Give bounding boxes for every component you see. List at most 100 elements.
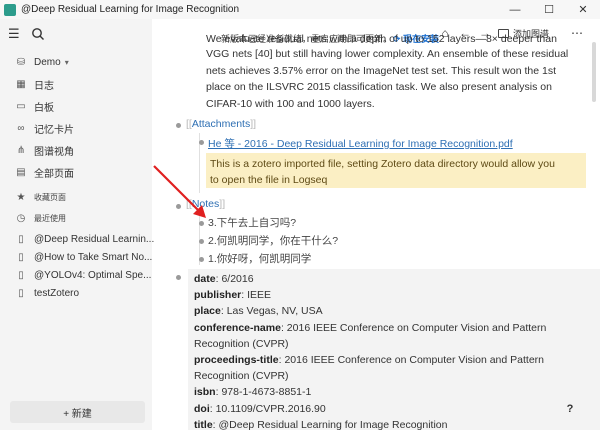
search-icon[interactable] [30, 26, 46, 42]
block-bullet[interactable] [176, 275, 181, 280]
abstract-text: We evaluate residual nets with a depth o… [206, 34, 591, 112]
sidebar-top-bar: ☰ [8, 26, 146, 42]
recent-item[interactable]: ▯ testZotero [14, 283, 79, 303]
sidebar-item-whiteboards[interactable]: ▭ 白板 [14, 96, 54, 116]
attachments-text: Attachments [191, 118, 251, 130]
page-content: We evaluate residual nets with a depth o… [152, 19, 600, 430]
sidebar-item-label: 记忆卡片 [34, 124, 74, 136]
recent-item[interactable]: ▯ @How to Take Smart No... [14, 247, 152, 267]
sidebar-item-label: 白板 [34, 102, 54, 114]
property-key: date [194, 273, 216, 285]
annotation-arrow-icon [153, 165, 206, 218]
block-bullet[interactable] [199, 140, 204, 145]
star-icon: ★ [16, 191, 26, 203]
property-row: isbn: 978-1-4673-8851-1 [194, 386, 312, 399]
recent-item-label: testZotero [34, 287, 80, 299]
block-bullet[interactable] [199, 257, 204, 262]
block-bullet[interactable] [176, 123, 181, 128]
calendar-icon: ▦ [16, 78, 26, 90]
property-key: isbn [194, 386, 216, 399]
page-icon: ▯ [18, 269, 24, 281]
property-value: Las Vegas, NV, USA [226, 305, 323, 318]
property-row: conference-name: 2016 IEEE Conference on… [194, 321, 547, 334]
property-key: publisher [194, 289, 242, 302]
abstract-line: place on the ILSVRC 2015 classification … [206, 81, 552, 93]
property-value: IEEE [247, 289, 272, 302]
recent-label: 最近使用 [34, 213, 66, 223]
attachments-label[interactable]: [[Attachments]] [186, 118, 256, 130]
property-value: 6/2016 [221, 273, 254, 285]
close-button[interactable]: ✕ [566, 0, 600, 19]
property-value: 2016 IEEE Conference on Computer Vision … [284, 354, 545, 367]
property-key: title [194, 418, 213, 430]
zotero-warning: This is a zotero imported file, setting … [206, 153, 586, 188]
recent-item-label: @Deep Residual Learnin... [34, 233, 155, 245]
property-key: conference-name [194, 321, 281, 334]
graph-icon: ⋔ [16, 144, 26, 156]
pdf-attachment-link[interactable]: He 等 - 2016 - Deep Residual Learning for… [208, 136, 513, 151]
recent-header[interactable]: ◷ 最近使用 [14, 208, 66, 228]
sidebar-item-flashcards[interactable]: ∞ 记忆卡片 [14, 118, 74, 138]
property-row: Recognition (CVPR) [194, 336, 597, 352]
property-value: 10.1109/CVPR.2016.90 [215, 402, 326, 415]
note-item[interactable]: 2.何凯明同学，你在干什么? [208, 233, 338, 248]
property-row: Recognition (CVPR) [194, 368, 597, 384]
recent-item[interactable]: ▯ @Deep Residual Learnin... [14, 229, 154, 249]
new-page-button[interactable]: + 新建 [10, 401, 145, 423]
whiteboard-icon: ▭ [16, 100, 26, 112]
help-button[interactable]: ? [560, 399, 580, 419]
warning-line: This is a zotero imported file, setting … [210, 158, 555, 170]
pages-icon: ▤ [16, 166, 26, 178]
logseq-app-icon [4, 3, 16, 16]
note-item[interactable]: 3.下午去上自习吗? [208, 215, 296, 230]
property-row: place: Las Vegas, NV, USA [194, 305, 323, 318]
flashcard-icon: ∞ [17, 122, 25, 134]
property-value: Recognition (CVPR) [194, 370, 289, 383]
property-value: @Deep Residual Learning for Image Recogn… [218, 418, 448, 430]
sidebar-item-label: 全部页面 [34, 168, 74, 180]
sidebar-item-graph-view[interactable]: ⋔ 图谱视角 [14, 140, 74, 160]
property-value: Recognition (CVPR) [194, 337, 289, 350]
property-row: date: 6/2016 [194, 273, 254, 285]
sidebar-item-journals[interactable]: ▦ 日志 [14, 74, 54, 94]
property-row: doi: 10.1109/CVPR.2016.90 [194, 402, 326, 415]
abstract-line: nets achieves 3.57% error on the ImageNe… [206, 64, 556, 77]
maximize-button[interactable]: ☐ [532, 0, 566, 19]
left-sidebar: ☰ ⛁ Demo ▾ ▦ 日志 ▭ 白板 ∞ 记忆卡片 ⋔ 图谱视角 ▤ 全部页… [0, 19, 154, 430]
recent-item-label: @How to Take Smart No... [34, 251, 153, 263]
favorites-header[interactable]: ★ 收藏页面 [14, 187, 66, 207]
favorites-label: 收藏页面 [34, 192, 66, 202]
page-icon: ▯ [18, 233, 24, 245]
sidebar-item-label: 日志 [34, 80, 54, 92]
graph-selector[interactable]: ⛁ Demo ▾ [14, 52, 69, 72]
block-bullet[interactable] [199, 239, 204, 244]
vertical-scrollbar[interactable] [592, 42, 596, 102]
title-bar: @Deep Residual Learning for Image Recogn… [0, 0, 600, 19]
sidebar-item-all-pages[interactable]: ▤ 全部页面 [14, 162, 74, 182]
sidebar-item-label: 图谱视角 [34, 146, 74, 158]
recent-item-label: @YOLOv4: Optimal Spe... [34, 269, 152, 281]
page-icon: ▯ [18, 251, 24, 263]
graph-name: Demo [34, 56, 61, 68]
properties-block[interactable]: date: 6/2016 publisher: IEEE place: Las … [188, 269, 600, 430]
abstract-line: CIFAR-10 with 100 and 1000 layers. [206, 97, 375, 110]
menu-icon[interactable]: ☰ [8, 26, 20, 42]
window-title: @Deep Residual Learning for Image Recogn… [21, 4, 240, 15]
chevron-down-icon: ▾ [64, 57, 69, 67]
window-controls: — ☐ ✕ [498, 0, 600, 19]
property-row: proceedings-title: 2016 IEEE Conference … [194, 354, 545, 367]
property-row: publisher: IEEE [194, 289, 272, 302]
page-icon: ▯ [18, 287, 24, 299]
property-key: proceedings-title [194, 354, 279, 367]
property-value: 978-1-4673-8851-1 [221, 386, 312, 399]
property-value: 2016 IEEE Conference on Computer Vision … [286, 321, 547, 334]
property-row: title: @Deep Residual Learning for Image… [194, 418, 448, 430]
minimize-button[interactable]: — [498, 0, 532, 19]
property-key: place [194, 305, 221, 318]
warning-line: to open the file in Logseq [210, 174, 328, 186]
note-item[interactable]: 1.你好呀，何凯明同学 [208, 251, 311, 266]
abstract-line: VGG nets [40] but still having lower com… [206, 48, 569, 60]
abstract-line: We evaluate residual nets with a depth o… [206, 34, 557, 45]
recent-item[interactable]: ▯ @YOLOv4: Optimal Spe... [14, 265, 151, 285]
property-key: doi [194, 402, 210, 415]
